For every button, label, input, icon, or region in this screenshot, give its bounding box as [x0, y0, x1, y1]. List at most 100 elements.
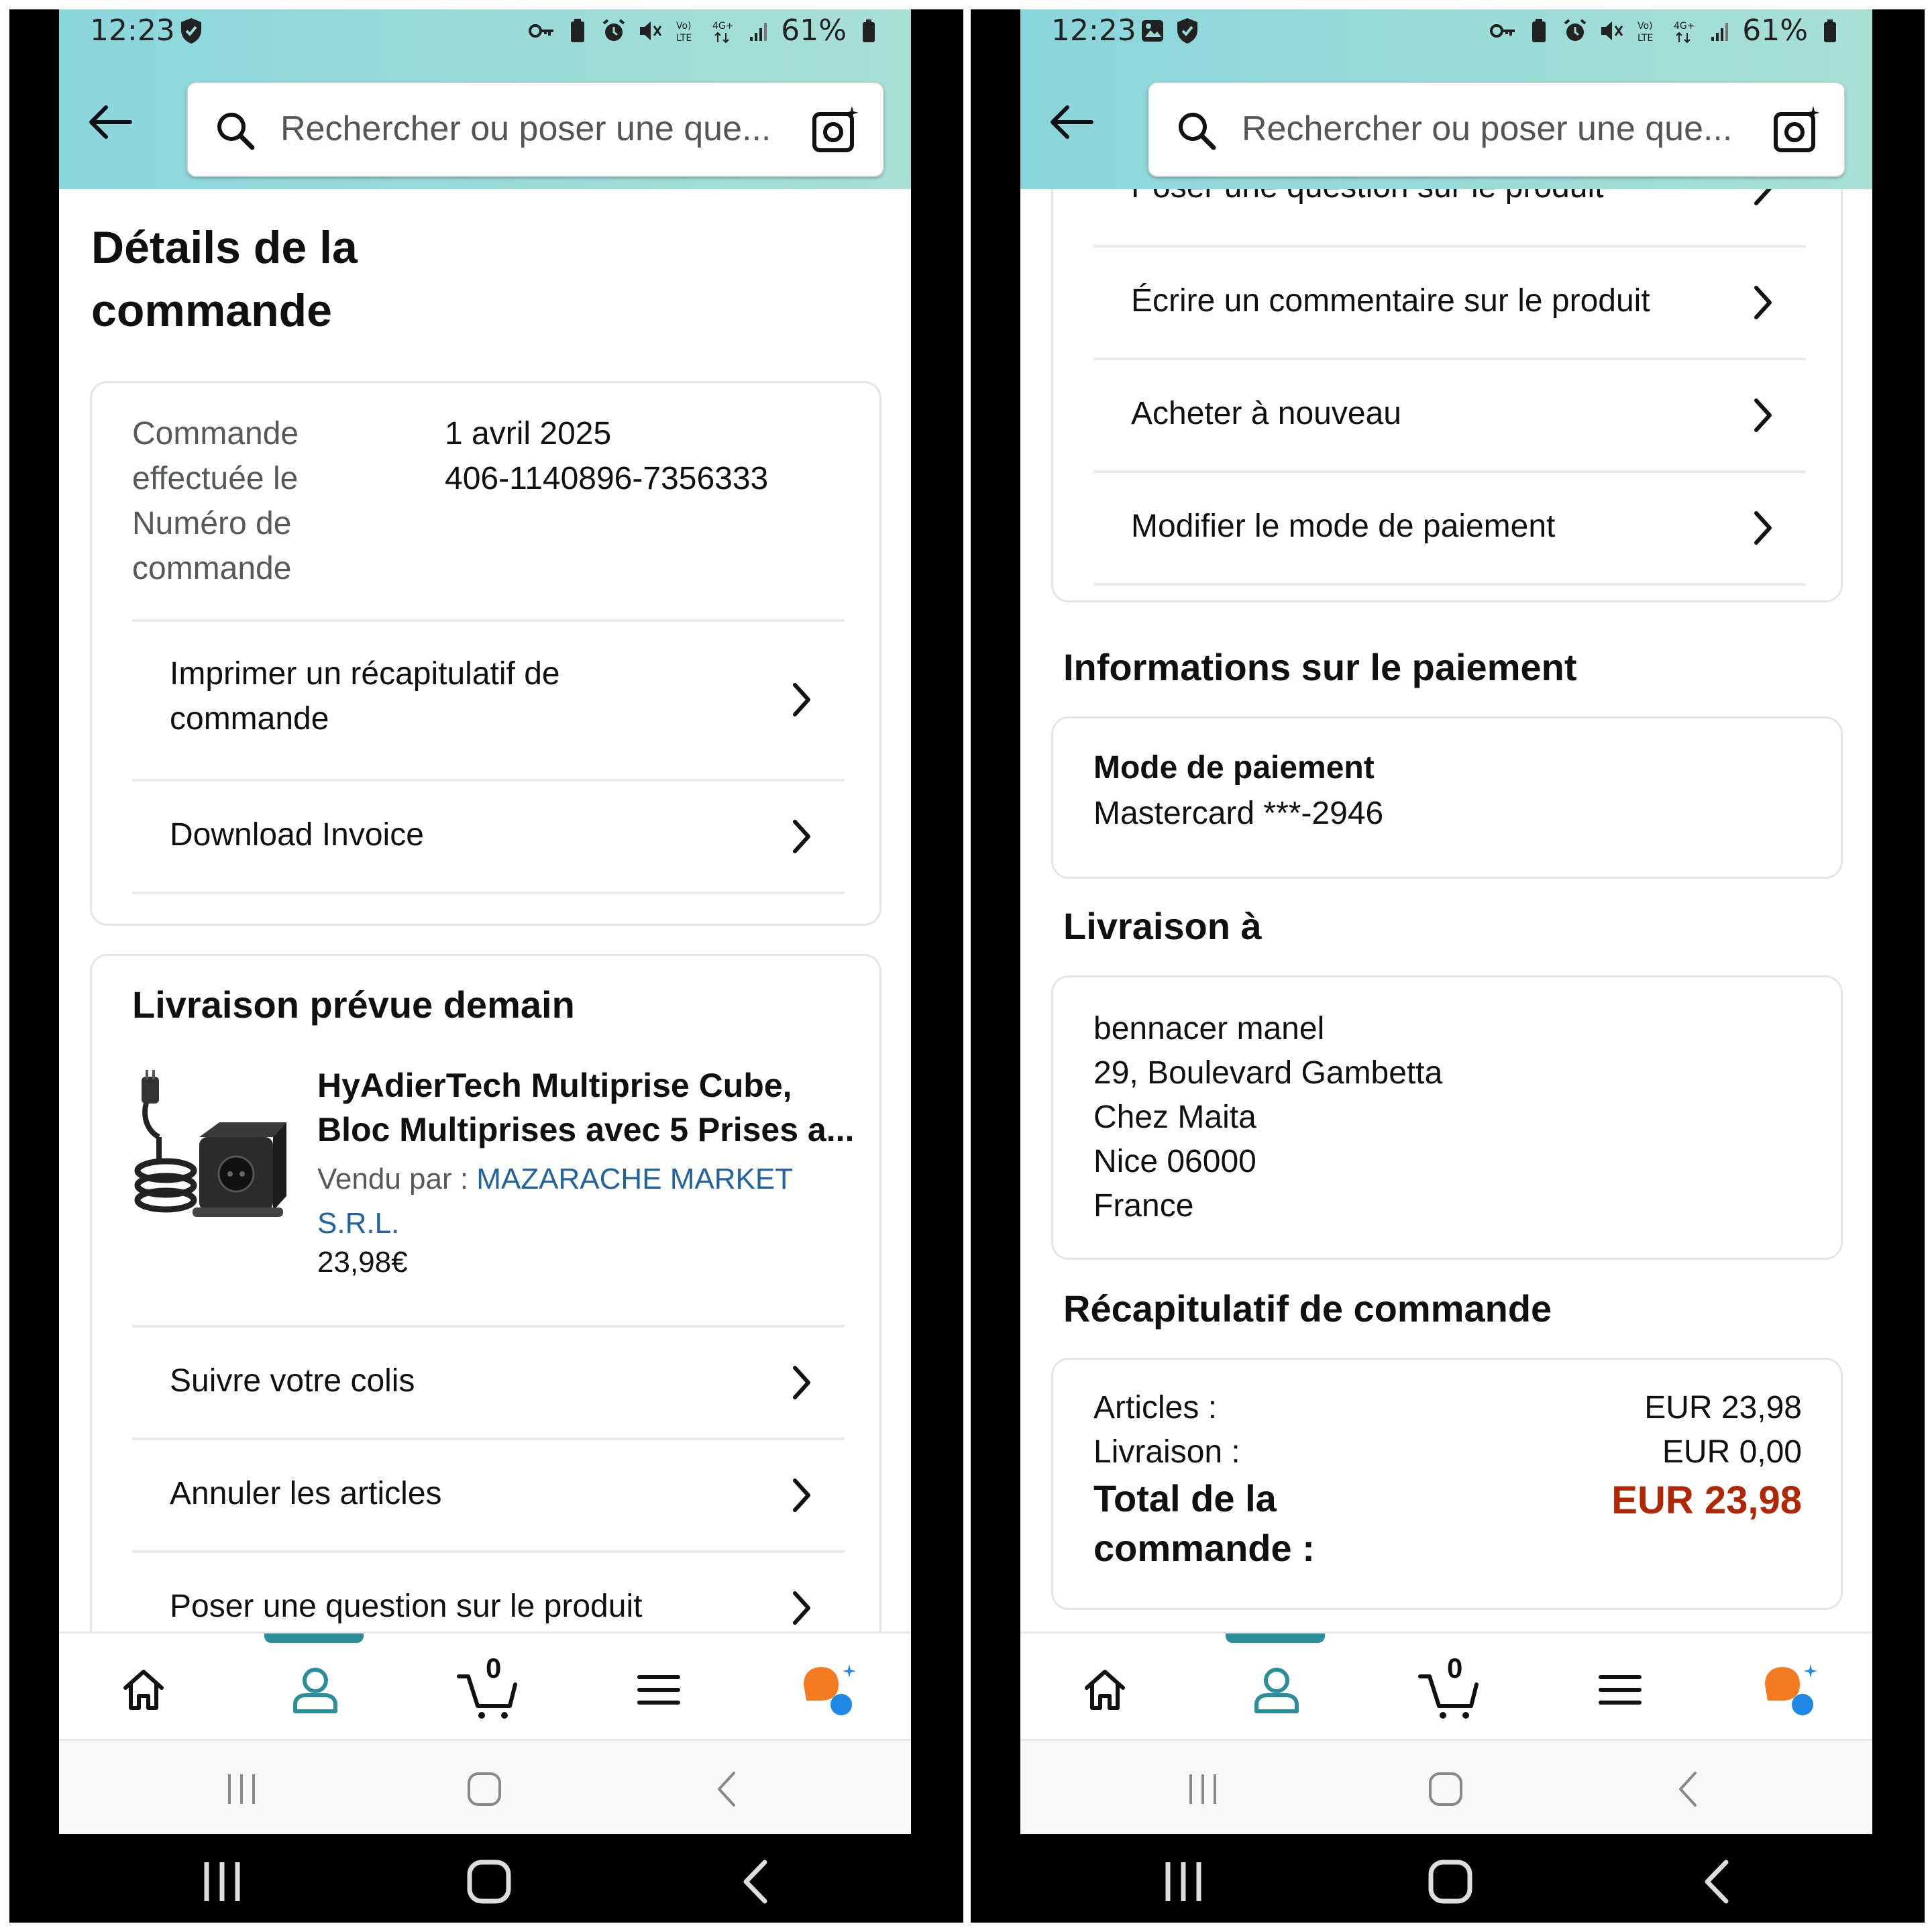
shipping-value: EUR 0,00: [1662, 1434, 1802, 1470]
battery-percent: 61%: [781, 13, 847, 48]
divider: [132, 892, 845, 894]
back-button-icon[interactable]: [1668, 1769, 1709, 1809]
battery-icon: [855, 15, 883, 47]
items-value: EUR 23,98: [1644, 1390, 1802, 1426]
network-4g-icon: 4G+: [708, 15, 737, 47]
ask-question-link[interactable]: Poser une question sur le produit: [1093, 189, 1806, 248]
total-label: Total de la commande :: [1093, 1477, 1315, 1569]
change-payment-link[interactable]: Modifier le mode de paiement: [1093, 473, 1806, 583]
back-button-icon[interactable]: [707, 1769, 747, 1809]
active-tab-indicator: [1226, 1633, 1325, 1643]
back-arrow-icon[interactable]: [1044, 95, 1098, 149]
shipment-card: Livraison prévue demain HyAdierTech Mult…: [90, 954, 881, 1631]
back-arrow-icon[interactable]: [83, 95, 137, 149]
home-icon[interactable]: [1073, 1658, 1137, 1722]
device-nav-bar: [971, 1834, 1925, 1923]
camera-search-icon[interactable]: [1770, 103, 1824, 157]
seller-link[interactable]: MAZARACHE MARKET: [476, 1163, 793, 1195]
write-review-link[interactable]: Écrire un commentaire sur le produit: [1093, 248, 1806, 358]
search-input[interactable]: Rechercher ou poser une que...: [1148, 82, 1845, 177]
recent-apps-icon[interactable]: [199, 1858, 246, 1905]
search-header: Rechercher ou poser une que...: [59, 55, 911, 189]
download-invoice-link[interactable]: Download Invoice: [132, 782, 845, 892]
rufus-assistant-icon[interactable]: [1758, 1658, 1823, 1722]
home-button-icon[interactable]: [1427, 1858, 1474, 1905]
status-bar: 12:23 Vo) LTE 4G+ 61%: [1020, 9, 1872, 55]
address-street: 29, Boulevard Gambetta: [1093, 1055, 1443, 1091]
volte-icon: Vo) LTE: [1633, 15, 1662, 47]
payment-card: Mode de paiement Mastercard ***-2946: [1051, 716, 1843, 879]
search-icon: [1175, 109, 1218, 152]
divider: [1093, 583, 1806, 586]
cart-icon[interactable]: 0: [456, 1652, 521, 1722]
product-image[interactable]: [132, 1070, 286, 1224]
network-4g-icon: 4G+: [1670, 15, 1698, 47]
status-time: 12:23: [1051, 13, 1136, 48]
battery-saver-icon: [564, 15, 592, 47]
chevron-right-icon: [786, 1361, 818, 1404]
home-icon[interactable]: [111, 1658, 176, 1722]
back-button-icon[interactable]: [1694, 1858, 1741, 1905]
status-bar: 12:23 Vo) LTE 4G+ 61%: [59, 9, 911, 55]
volte-icon: Vo) LTE: [672, 15, 700, 47]
print-summary-link[interactable]: Imprimer un récapitulatif de commande: [132, 622, 845, 779]
recent-apps-icon[interactable]: [1183, 1769, 1223, 1809]
product-title[interactable]: HyAdierTech Multiprise Cube, Bloc Multip…: [317, 1063, 854, 1152]
svg-text:Vo): Vo): [676, 21, 692, 32]
menu-icon[interactable]: [627, 1658, 691, 1722]
signal-icon: [1706, 15, 1734, 47]
chevron-right-icon: [1747, 281, 1779, 324]
search-icon: [213, 109, 256, 152]
chevron-right-icon: [786, 1474, 818, 1517]
delivery-heading: Livraison à: [1063, 905, 1262, 947]
shipping-label: Livraison :: [1093, 1434, 1240, 1470]
order-details-scroll[interactable]: Détails de la commande Commande effectué…: [59, 189, 911, 1631]
gallery-icon: [1138, 15, 1167, 47]
account-icon[interactable]: [283, 1658, 347, 1722]
chevron-right-icon: [786, 678, 818, 721]
product-price: 23,98€: [317, 1246, 408, 1279]
account-icon[interactable]: [1244, 1658, 1309, 1722]
payment-heading: Informations sur le paiement: [1063, 646, 1577, 688]
battery-percent: 61%: [1742, 13, 1808, 48]
home-button-icon[interactable]: [1426, 1769, 1466, 1809]
menu-icon[interactable]: [1588, 1658, 1652, 1722]
address-city: Nice 06000: [1093, 1144, 1256, 1179]
order-number: 406-1140896-7356333: [445, 461, 769, 496]
cancel-items-link[interactable]: Annuler les articles: [132, 1440, 845, 1550]
phone-screenshot-left: 12:23 Vo) LTE 4G+ 61% Rechercher ou pose…: [9, 9, 963, 1923]
ask-question-link[interactable]: Poser une question sur le produit: [132, 1553, 845, 1631]
back-button-icon[interactable]: [733, 1858, 780, 1905]
payment-method-value: Mastercard ***-2946: [1093, 796, 1384, 831]
svg-text:4G+: 4G+: [1674, 21, 1695, 32]
order-number-label: Numéro de commande: [132, 506, 292, 586]
home-button-icon[interactable]: [466, 1858, 513, 1905]
alarm-icon: [1561, 15, 1589, 47]
payment-method-label: Mode de paiement: [1093, 750, 1375, 786]
bottom-nav: 0: [1020, 1631, 1872, 1739]
search-input[interactable]: Rechercher ou poser une que...: [186, 82, 884, 177]
address-country: France: [1093, 1188, 1194, 1224]
system-nav-bar: [1020, 1739, 1872, 1834]
order-date: 1 avril 2025: [445, 416, 612, 451]
battery-icon: [1816, 15, 1844, 47]
shipment-heading: Livraison prévue demain: [132, 983, 575, 1026]
active-tab-indicator: [264, 1633, 364, 1643]
phone-screenshot-right: 12:23 Vo) LTE 4G+ 61% Rechercher ou pose…: [971, 9, 1925, 1923]
order-details-scroll[interactable]: Poser une question sur le produit Écrire…: [1020, 189, 1872, 1631]
chevron-right-icon: [786, 1587, 818, 1629]
device-nav-bar: [9, 1834, 963, 1923]
camera-search-icon[interactable]: [809, 103, 863, 157]
home-button-icon[interactable]: [464, 1769, 504, 1809]
track-package-link[interactable]: Suivre votre colis: [132, 1328, 845, 1438]
rufus-assistant-icon[interactable]: [797, 1658, 861, 1722]
recent-apps-icon[interactable]: [1160, 1858, 1207, 1905]
recent-apps-icon[interactable]: [221, 1769, 262, 1809]
search-placeholder: Rechercher ou poser une que...: [1242, 109, 1733, 148]
buy-again-link[interactable]: Acheter à nouveau: [1093, 360, 1806, 470]
svg-text:Vo): Vo): [1638, 21, 1653, 32]
order-summary-card: Articles : EUR 23,98 Livraison : EUR 0,0…: [1051, 1358, 1843, 1610]
cart-icon[interactable]: 0: [1417, 1652, 1482, 1722]
status-time: 12:23: [90, 13, 175, 48]
seller-link[interactable]: S.R.L.: [317, 1207, 399, 1240]
